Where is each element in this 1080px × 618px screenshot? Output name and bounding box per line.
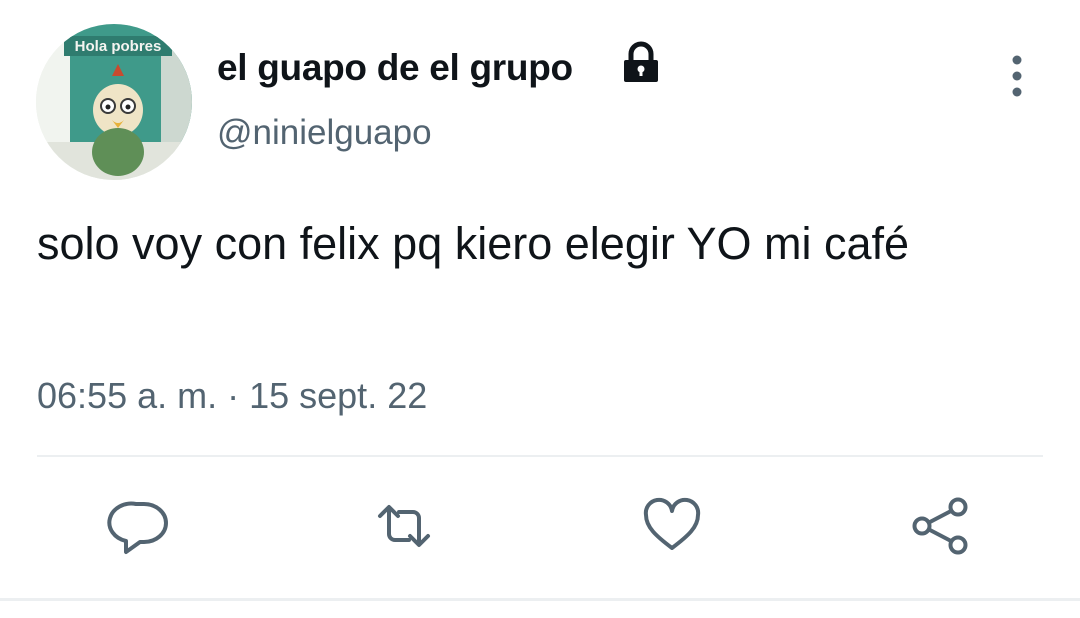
reply-button[interactable] <box>106 494 174 558</box>
retweet-arrows-icon <box>378 505 430 547</box>
avatar-image: Hola pobres <box>36 24 192 180</box>
vertical-ellipsis-icon[interactable] <box>998 52 1036 100</box>
heart-icon <box>643 497 701 550</box>
lock-icon <box>620 40 662 84</box>
tweet-text: solo voy con felix pq kiero elegir YO mi… <box>37 218 910 269</box>
display-name[interactable]: el guapo de el grupo <box>217 46 573 90</box>
avatar-caption: Hola pobres <box>75 38 162 55</box>
share-button[interactable] <box>906 494 974 558</box>
retweet-button[interactable] <box>370 494 438 558</box>
share-nodes-icon <box>912 497 968 555</box>
speech-bubble-icon <box>107 501 168 554</box>
like-button[interactable] <box>638 494 706 558</box>
bottom-divider <box>0 598 1080 601</box>
user-handle[interactable]: @ninielguapo <box>217 112 432 154</box>
tweet-timestamp[interactable]: 06:55 a. m. · 15 sept. 22 <box>37 374 427 418</box>
divider <box>37 455 1043 457</box>
avatar[interactable]: Hola pobres <box>36 24 192 180</box>
